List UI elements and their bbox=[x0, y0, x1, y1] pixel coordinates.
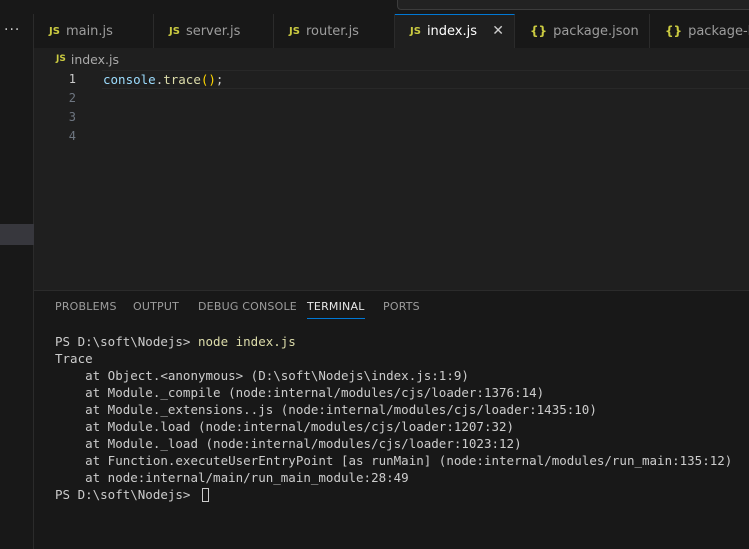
code-line[interactable]: console.trace(); bbox=[103, 70, 223, 89]
json-file-icon: {} bbox=[665, 24, 683, 38]
terminal-line: PS D:\soft\Nodejs> node index.js bbox=[55, 333, 749, 350]
line-number: 3 bbox=[68, 110, 76, 124]
terminal-line: at Module._extensions..js (node:internal… bbox=[55, 402, 597, 417]
tab-label: server.js bbox=[185, 23, 241, 39]
terminal-line: PS D:\soft\Nodejs> bbox=[55, 486, 749, 503]
tab-main-js[interactable]: JS main.js bbox=[34, 14, 154, 48]
terminal-prompt: PS D:\soft\Nodejs> bbox=[55, 487, 198, 502]
terminal-line: at Module._compile (node:internal/module… bbox=[55, 385, 545, 400]
tab-package-lock-json[interactable]: {} package-lock.json bbox=[650, 14, 749, 48]
javascript-file-icon: JS bbox=[289, 25, 300, 37]
tab-label: router.js bbox=[305, 23, 359, 39]
tab-ports[interactable]: PORTS bbox=[383, 300, 420, 318]
tab-output[interactable]: OUTPUT bbox=[133, 300, 179, 318]
breadcrumb-file[interactable]: index.js bbox=[71, 52, 119, 67]
terminal-line: Trace bbox=[55, 351, 93, 366]
breadcrumb[interactable]: JS index.js bbox=[34, 48, 749, 70]
tab-index-js[interactable]: JS index.js ✕ bbox=[395, 14, 515, 48]
javascript-file-icon: JS bbox=[49, 25, 60, 37]
tab-label: index.js bbox=[426, 24, 478, 39]
panel-tab-bar: PROBLEMS OUTPUT DEBUG CONSOLE TERMINAL P… bbox=[34, 291, 749, 323]
line-number: 1 bbox=[68, 72, 76, 86]
line-number: 2 bbox=[68, 91, 76, 105]
code-editor[interactable]: 1 2 3 4 console.trace(); bbox=[34, 70, 749, 290]
terminal-prompt: PS D:\soft\Nodejs> bbox=[55, 334, 198, 349]
terminal-line: at Object.<anonymous> (D:\soft\Nodejs\in… bbox=[55, 368, 469, 383]
terminal-line: at Module.load (node:internal/modules/cj… bbox=[55, 419, 515, 434]
tab-label: main.js bbox=[65, 23, 113, 39]
terminal-line: at node:internal/main/run_main_module:28… bbox=[55, 470, 409, 485]
command-center[interactable] bbox=[397, 0, 749, 10]
tab-label: package-lock.json bbox=[688, 23, 749, 39]
activity-bar: ··· bbox=[0, 14, 34, 549]
tab-server-js[interactable]: JS server.js bbox=[154, 14, 274, 48]
terminal-cursor bbox=[202, 488, 209, 502]
javascript-file-icon: JS bbox=[169, 25, 180, 37]
code-token-method: trace bbox=[163, 72, 201, 87]
javascript-file-icon: JS bbox=[410, 26, 421, 37]
terminal-line: at Module._load (node:internal/modules/c… bbox=[55, 436, 522, 451]
tab-package-json[interactable]: {} package.json bbox=[515, 14, 650, 48]
terminal-line: at Function.executeUserEntryPoint [as ru… bbox=[55, 453, 733, 468]
bottom-panel: PROBLEMS OUTPUT DEBUG CONSOLE TERMINAL P… bbox=[34, 290, 749, 549]
tab-terminal[interactable]: TERMINAL bbox=[307, 300, 365, 319]
code-token-object: console bbox=[103, 72, 156, 87]
tab-debug-console[interactable]: DEBUG CONSOLE bbox=[198, 300, 297, 318]
terminal-output[interactable]: PS D:\soft\Nodejs> node index.js Trace a… bbox=[55, 333, 749, 503]
line-number-gutter: 1 2 3 4 bbox=[34, 70, 82, 146]
editor-tab-bar: JS main.js JS server.js JS router.js JS … bbox=[34, 14, 749, 48]
close-icon[interactable]: ✕ bbox=[492, 23, 504, 39]
tab-problems[interactable]: PROBLEMS bbox=[55, 300, 117, 318]
json-file-icon: {} bbox=[530, 24, 548, 38]
line-number: 4 bbox=[68, 129, 76, 143]
tab-router-js[interactable]: JS router.js bbox=[274, 14, 395, 48]
javascript-file-icon: JS bbox=[56, 54, 66, 64]
terminal-command: node index.js bbox=[198, 334, 296, 349]
code-token-close-paren: ) bbox=[208, 72, 216, 87]
more-actions-icon[interactable]: ··· bbox=[4, 22, 20, 38]
tab-label: package.json bbox=[553, 23, 639, 39]
sidebar-selected-row[interactable] bbox=[0, 224, 34, 245]
title-bar bbox=[0, 0, 749, 14]
code-token-semicolon: ; bbox=[215, 72, 224, 87]
